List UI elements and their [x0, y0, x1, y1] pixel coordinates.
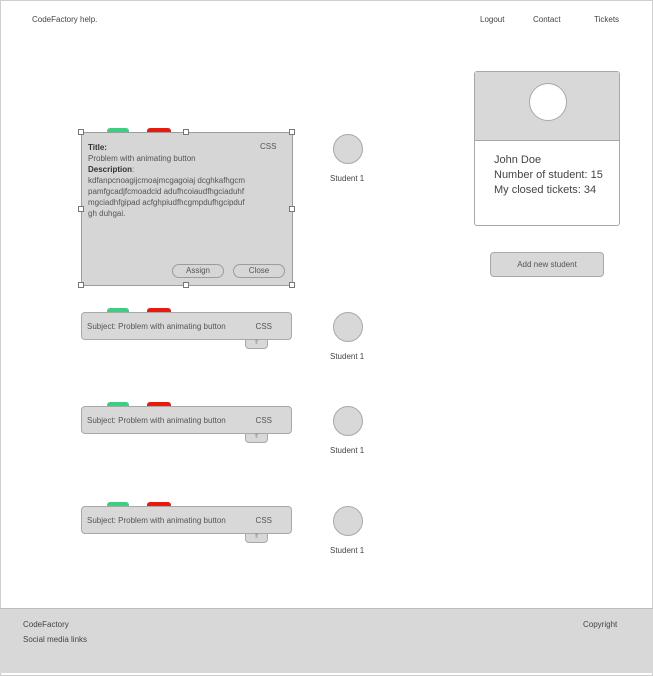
expand-toggle[interactable]: ⇑ — [245, 434, 268, 443]
profile-info: John Doe Number of student: 15 My closed… — [494, 153, 603, 198]
ticket-details: Title: Problem with animating button Des… — [88, 142, 248, 219]
resize-handle[interactable] — [78, 129, 84, 135]
ticket-subject: Subject: Problem with animating button — [87, 322, 226, 331]
expand-toggle[interactable]: ⇑ — [245, 340, 268, 349]
footer-social-links[interactable]: Social media links — [23, 635, 87, 644]
ticket-card[interactable]: Subject: Problem with animating button C… — [81, 506, 292, 543]
student-avatar[interactable] — [333, 134, 363, 164]
student-name: Student 1 — [330, 446, 365, 455]
resize-handle[interactable] — [183, 129, 189, 135]
assign-button[interactable]: Assign — [172, 264, 224, 278]
description-colon: : — [132, 165, 135, 174]
description-label: Description — [88, 165, 133, 174]
nav-tickets-link[interactable]: Tickets — [594, 15, 619, 24]
ticket-title: Problem with animating button — [88, 154, 196, 163]
student-name: Student 1 — [330, 174, 365, 183]
expanded-ticket-card[interactable]: Title: Problem with animating button Des… — [81, 132, 293, 286]
ticket-card[interactable]: Subject: Problem with animating button C… — [81, 406, 292, 443]
avatar — [529, 83, 567, 121]
ticket-description: kdfanpcnoagijcmoajmcgagoiaj dcghkafhgcmp… — [88, 176, 245, 218]
resize-handle[interactable] — [289, 129, 295, 135]
closed-tickets-count: My closed tickets: 34 — [494, 184, 597, 196]
add-student-button[interactable]: Add new student — [490, 252, 604, 277]
profile-name: John Doe — [494, 154, 542, 166]
ticket-tag: CSS — [255, 322, 272, 331]
resize-handle[interactable] — [78, 282, 84, 288]
resize-handle[interactable] — [289, 206, 295, 212]
ticket-subject: Subject: Problem with animating button — [87, 416, 226, 425]
profile-header — [475, 72, 619, 141]
ticket-tag: CSS — [255, 416, 272, 425]
ticket-subject: Subject: Problem with animating button — [87, 516, 226, 525]
profile-card: John Doe Number of student: 15 My closed… — [474, 71, 620, 226]
nav-contact-link[interactable]: Contact — [533, 15, 561, 24]
resize-handle[interactable] — [78, 206, 84, 212]
student-avatar[interactable] — [333, 506, 363, 536]
resize-handle[interactable] — [289, 282, 295, 288]
nav-logout-link[interactable]: Logout — [480, 15, 504, 24]
expand-toggle[interactable]: ⇑ — [245, 534, 268, 543]
ticket-tag: CSS — [260, 142, 277, 151]
footer-copyright: Copyright — [583, 620, 618, 629]
students-count: Number of student: 15 — [494, 169, 603, 181]
close-button[interactable]: Close — [233, 264, 285, 278]
ticket-card[interactable]: Subject: Problem with animating button C… — [81, 312, 292, 349]
student-name: Student 1 — [330, 546, 365, 555]
student-avatar[interactable] — [333, 312, 363, 342]
brand-title: CodeFactory help. — [32, 15, 98, 24]
footer-company: CodeFactory — [23, 620, 69, 629]
student-avatar[interactable] — [333, 406, 363, 436]
resize-handle[interactable] — [183, 282, 189, 288]
footer: CodeFactory Social media links Copyright — [0, 608, 653, 673]
student-name: Student 1 — [330, 352, 365, 361]
ticket-tag: CSS — [255, 516, 272, 525]
title-label: Title: — [88, 143, 107, 152]
